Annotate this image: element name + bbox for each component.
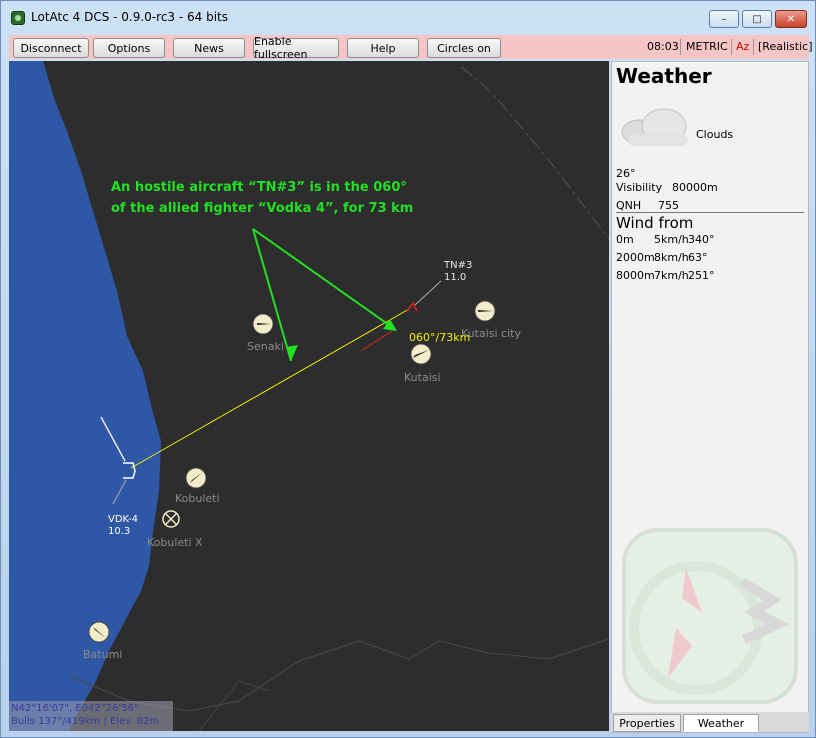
wind-altitude: 0m [616, 233, 634, 246]
visibility-value: 80000m [672, 181, 718, 194]
contact-altitude: 10.3 [108, 526, 131, 537]
tab-weather[interactable]: Weather [683, 714, 759, 732]
temperature-value: 26° [616, 167, 636, 180]
airfield-icon[interactable] [252, 313, 274, 335]
compass-logo-icon [622, 528, 798, 704]
annotation-arrow [252, 228, 390, 326]
airfield-icon[interactable] [88, 621, 110, 643]
close-button[interactable]: ✕ [775, 10, 807, 28]
bearing-line [130, 308, 410, 469]
qnh-label: QNH [616, 199, 642, 212]
airfield-icon[interactable] [474, 300, 496, 322]
weather-condition: Clouds [696, 128, 734, 141]
wind-altitude: 2000m [616, 251, 655, 264]
minimize-button[interactable]: – [709, 10, 739, 28]
app-window: LotAtc 4 DCS - 0.9.0-rc3 - 64 bits – □ ✕… [0, 0, 816, 738]
radar-map[interactable]: An hostile aircraft “TN#3” is in the 060… [9, 61, 609, 731]
mode-indicator[interactable]: [Realistic] [758, 40, 813, 53]
azimuth-toggle[interactable]: Az [736, 40, 749, 53]
qnh-value: 755 [658, 199, 679, 212]
maximize-button[interactable]: □ [742, 10, 772, 28]
wind-title: Wind from [616, 214, 694, 232]
disconnect-button[interactable]: Disconnect [13, 38, 89, 58]
clock-display: 08:03 [647, 40, 679, 53]
wind-speed: 7km/h [654, 269, 689, 282]
tab-properties[interactable]: Properties [613, 714, 681, 732]
airfield-label: Senaki [247, 340, 284, 353]
visibility-label: Visibility [616, 181, 663, 194]
label-leader-line [414, 280, 442, 306]
sea-area [9, 61, 161, 731]
airfield-label: Batumi [83, 648, 123, 661]
airfield-icon[interactable] [185, 467, 207, 489]
wind-direction: 251° [688, 269, 715, 282]
news-button[interactable]: News [173, 38, 245, 58]
airfield-label: Kutaisi city [461, 327, 521, 340]
panel-title: Weather [616, 64, 712, 88]
cloud-icon [621, 108, 688, 146]
fullscreen-button[interactable]: Enable fullscreen [253, 35, 339, 61]
app-logo-icon [11, 11, 25, 25]
coordinates-panel: N42°16'07", E042°26'56" Bulls 137°/419km… [9, 701, 173, 731]
wind-speed: 5km/h [654, 233, 689, 246]
options-button[interactable]: Options [93, 38, 165, 58]
airfield-label: Kutaisi [404, 371, 441, 384]
help-button[interactable]: Help [347, 38, 419, 58]
status-divider [753, 39, 754, 55]
toolbar: Disconnect Options News Enable fullscree… [9, 35, 813, 61]
status-divider [731, 39, 732, 55]
contact-callsign: VDK-4 [108, 514, 139, 525]
contact-altitude: 11.0 [444, 272, 467, 283]
airfield-label: Kobuleti [175, 492, 220, 505]
border-line [460, 66, 609, 240]
wind-direction: 63° [688, 251, 708, 264]
panel-tabs: Properties Weather [611, 712, 809, 732]
bullseye-readout: Bulls 137°/419km | Elev. 82m [11, 716, 160, 727]
side-panel: Weather Clouds 26° Visibility 80000m QNH… [611, 61, 809, 733]
title-bar: LotAtc 4 DCS - 0.9.0-rc3 - 64 bits – □ ✕ [1, 1, 815, 31]
wind-altitude: 8000m [616, 269, 655, 282]
airfield-label: Kobuleti X [147, 536, 203, 549]
hostile-heading-vector [360, 328, 396, 352]
contact-callsign: TN#3 [444, 260, 473, 271]
annotation-text: of the allied fighter “Vodka 4”, for 73 … [111, 201, 414, 216]
status-divider [680, 39, 681, 55]
map-canvas [9, 61, 609, 731]
wind-direction: 340° [688, 233, 715, 246]
section-divider [616, 212, 804, 213]
annotation-text: An hostile aircraft “TN#3” is in the 060… [111, 180, 407, 195]
arrowhead [383, 319, 397, 331]
airfield-icon[interactable] [410, 343, 432, 365]
wind-speed: 8km/h [654, 251, 689, 264]
window-title: LotAtc 4 DCS - 0.9.0-rc3 - 64 bits [31, 10, 228, 24]
circles-toggle-button[interactable]: Circles on [427, 38, 501, 58]
units-toggle[interactable]: METRIC [686, 40, 728, 53]
airfield-icon[interactable] [162, 510, 180, 528]
cursor-position: N42°16'07", E042°26'56" [11, 703, 139, 714]
